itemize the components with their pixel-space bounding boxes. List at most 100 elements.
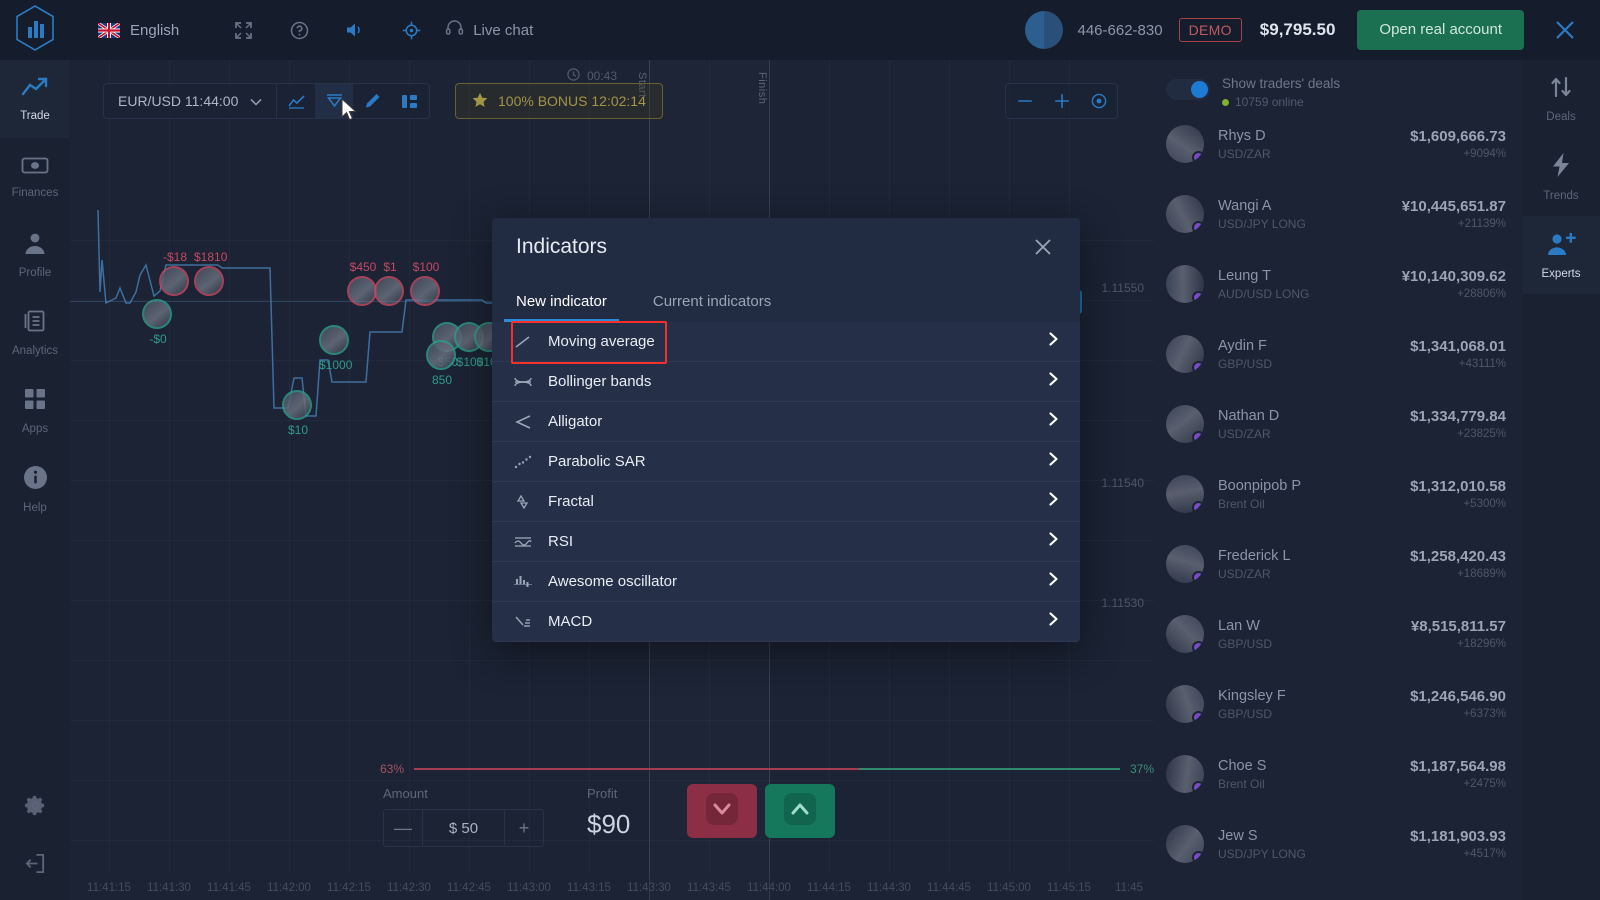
user-avatar[interactable] [1024,11,1063,49]
time-tick: 11:42:15 [327,882,371,894]
zoom-in-icon[interactable] [1043,84,1080,118]
countdown-label: 00:43 [587,69,618,83]
trade-marker-label: $100 [412,260,440,274]
open-real-account-button[interactable]: Open real account [1357,10,1524,50]
time-tick: 11:42:30 [387,882,431,894]
chevron-up-big-icon [783,792,817,830]
tab-current-indicators[interactable]: Current indicators [653,293,771,322]
trader-amount: $1,341,068.01 [1410,338,1506,355]
trader-amount: ¥8,515,811.57 [1410,618,1506,635]
layout-panels-icon[interactable] [391,84,429,118]
chevron-right-icon [1047,531,1060,552]
trader-name: Leung T [1218,267,1271,284]
sidebar-item-deals[interactable]: Deals [1522,60,1600,138]
indicator-label: Bollinger bands [548,373,652,390]
trader-amount: $1,334,779.84 [1410,408,1506,425]
trader-deal-row[interactable]: Frederick L USD/ZAR $1,258,420.43 +18689% [1154,529,1522,599]
tab-new-indicator[interactable]: New indicator [504,293,619,322]
fullscreen-icon[interactable] [215,0,271,60]
chevron-down-big-icon [705,792,739,830]
sidebar-item-trends[interactable]: Trends [1522,138,1600,216]
sidebar-item-profile[interactable]: Profile [0,216,70,294]
time-tick: 11:43:00 [507,882,551,894]
dotted-curve-icon [514,454,548,470]
trader-deal-row[interactable]: Wangi A USD/JPY LONG ¥10,445,651.87 +21139% [1154,179,1522,249]
sidebar-item-trade-label: Trade [20,110,50,122]
trader-name: Kingsley F [1218,687,1286,704]
trader-deal-row[interactable]: Leung T AUD/USD LONG ¥10,140,309.62 +28806% [1154,249,1522,319]
trade-marker: -$0 [142,299,174,346]
close-icon[interactable] [1030,234,1056,260]
trade-marker-label: $1000 [319,358,353,372]
logout-icon[interactable] [0,834,70,892]
time-tick: 11:45:00 [987,882,1031,894]
avatar [1166,195,1204,233]
zoom-reset-icon[interactable] [1080,84,1117,118]
trader-deal-row[interactable]: Jew S USD/JPY LONG $1,181,903.93 +4517% [1154,809,1522,879]
bonus-banner[interactable]: 100% BONUS 12:02:14 [455,83,663,119]
indicator-item-parabolic-sar[interactable]: Parabolic SAR [492,442,1080,482]
indicator-item-alligator[interactable]: Alligator [492,402,1080,442]
instrument-selector[interactable]: EUR/USD 11:44:00 [104,84,278,118]
sidebar-item-apps[interactable]: Apps [0,372,70,450]
fractal-triangles-icon [514,494,548,510]
indicator-item-macd[interactable]: MACD [492,602,1080,642]
sidebar-item-finances[interactable]: Finances [0,138,70,216]
indicator-item-moving-average[interactable]: Moving average [492,321,1080,364]
quantity-stepper: — $ 50 + [383,809,544,847]
amount-increase-button[interactable]: + [505,810,543,846]
language-selector[interactable]: English [98,0,179,60]
sentiment-left-label: 63% [380,762,405,776]
trader-percent: +4517% [1463,848,1506,860]
trader-instrument: Brent Oil [1218,496,1265,511]
sidebar-item-analytics[interactable]: Analytics [0,294,70,372]
avatar [1166,265,1204,303]
time-tick: 11:42:00 [267,882,311,894]
help-circle-icon[interactable] [271,0,327,60]
trader-deal-row[interactable]: Kingsley F GBP/USD $1,246,546.90 +6373% [1154,669,1522,739]
trader-deal-row[interactable]: Aydin F GBP/USD $1,341,068.01 +43111% [1154,319,1522,389]
amount-decrease-button[interactable]: — [384,810,422,846]
price-tick: 1.11550 [1101,281,1145,295]
amount-input[interactable]: $ 50 [422,810,505,846]
trader-deal-row[interactable]: Nathan D USD/ZAR $1,334,779.84 +23825% [1154,389,1522,459]
buy-up-button[interactable] [765,784,835,838]
profit-value: $90 [587,809,631,839]
indicator-item-awesome-oscillator[interactable]: Awesome oscillator [492,562,1080,602]
drawing-pencil-icon[interactable] [353,84,391,118]
sentiment-bar-group: 63% 37% [380,762,1154,776]
avatar [1166,475,1204,513]
trader-percent: +18296% [1457,638,1506,650]
indicator-item-rsi[interactable]: RSI [492,522,1080,562]
indicator-item-bollinger-bands[interactable]: Bollinger bands [492,362,1080,402]
show-traders-deals-toggle[interactable] [1166,79,1210,100]
time-tick: 11:41:30 [147,882,191,894]
trader-amount: $1,246,546.90 [1410,688,1506,705]
close-icon[interactable] [1548,13,1582,47]
sidebar-item-trade[interactable]: Trade [0,60,70,138]
settings-gear-icon[interactable] [0,776,70,834]
live-chat-button[interactable]: Live chat [445,18,533,42]
sound-icon[interactable] [327,0,383,60]
sidebar-item-experts[interactable]: Experts [1522,216,1600,294]
time-tick: 11:44:00 [747,882,791,894]
sell-down-button[interactable] [687,784,757,838]
app-logo[interactable] [0,0,70,60]
sidebar-item-help[interactable]: Help [0,450,70,528]
zoom-out-icon[interactable] [1006,84,1043,118]
trader-deal-row[interactable]: Choe S Brent Oil $1,187,564.98 +2475% [1154,739,1522,809]
trade-marker-avatar [282,390,312,420]
chart-type-area-icon[interactable] [277,84,315,118]
sidebar-item-deals-label: Deals [1546,111,1576,123]
trader-instrument: USD/JPY LONG [1218,846,1306,861]
trader-status-badge [1192,501,1204,513]
indicators-icon[interactable] [315,84,354,118]
trader-deal-row[interactable]: Boonpipob P Brent Oil $1,312,010.58 +5300% [1154,459,1522,529]
rsi-wave-icon [514,534,548,550]
trader-deal-row[interactable]: Lan W GBP/USD ¥8,515,811.57 +18296% [1154,599,1522,669]
indicator-item-fractal[interactable]: Fractal [492,482,1080,522]
target-icon[interactable] [383,0,439,60]
trader-deal-row[interactable]: Rhys D USD/ZAR $1,609,666.73 +9094% [1154,109,1522,179]
trade-marker-avatar [159,266,189,296]
indicator-label: Awesome oscillator [548,573,677,590]
